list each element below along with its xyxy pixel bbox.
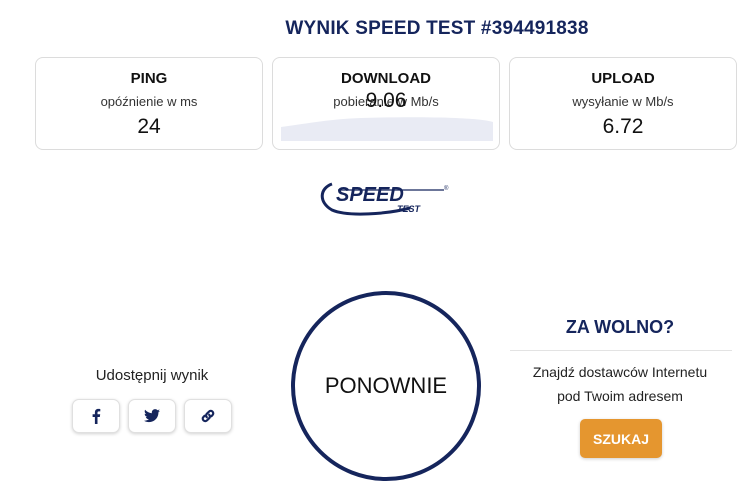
link-icon	[201, 409, 215, 423]
too-slow-title: ZA WOLNO?	[565, 317, 675, 337]
logo-speed-text: SPEED	[336, 184, 404, 206]
result-title: WYNIK SPEED TEST #394491838	[285, 18, 589, 39]
download-card: DOWNLOAD pobieranie w Mb/s 9.06	[272, 57, 500, 150]
upload-label: UPLOAD	[591, 70, 655, 87]
facebook-icon	[92, 408, 101, 424]
ping-value: 24	[137, 115, 161, 138]
upload-unit: wysyłanie w Mb/s	[572, 94, 674, 109]
find-providers-line-1: Znajdź dostawców Internetu	[532, 364, 708, 380]
retest-label: PONOWNIE	[324, 373, 448, 398]
share-facebook-button[interactable]	[72, 399, 120, 433]
download-value: 9.06	[365, 89, 407, 112]
speedtest-logo: SPEED TEST ®	[320, 182, 449, 216]
download-label: DOWNLOAD	[341, 70, 431, 87]
copy-link-button[interactable]	[184, 399, 232, 433]
logo-registered-mark: ®	[444, 185, 449, 192]
download-graph	[281, 117, 493, 141]
divider	[510, 350, 732, 351]
find-providers-line-2: pod Twoim adresem	[557, 388, 683, 404]
share-label: Udostępnij wynik	[95, 367, 209, 384]
find-providers-text: Znajdź dostawców Internetu pod Twoim adr…	[506, 360, 734, 408]
ping-label: PING	[130, 70, 168, 87]
search-button[interactable]: SZUKAJ	[580, 419, 662, 458]
logo-test-text: TEST	[397, 204, 422, 214]
ping-card: PING opóźnienie w ms 24	[35, 57, 263, 150]
upload-value: 6.72	[602, 115, 644, 138]
ping-unit: opóźnienie w ms	[100, 94, 198, 109]
upload-card: UPLOAD wysyłanie w Mb/s 6.72	[509, 57, 737, 150]
retest-button[interactable]: PONOWNIE	[291, 291, 481, 481]
twitter-icon	[144, 409, 160, 423]
share-twitter-button[interactable]	[128, 399, 176, 433]
